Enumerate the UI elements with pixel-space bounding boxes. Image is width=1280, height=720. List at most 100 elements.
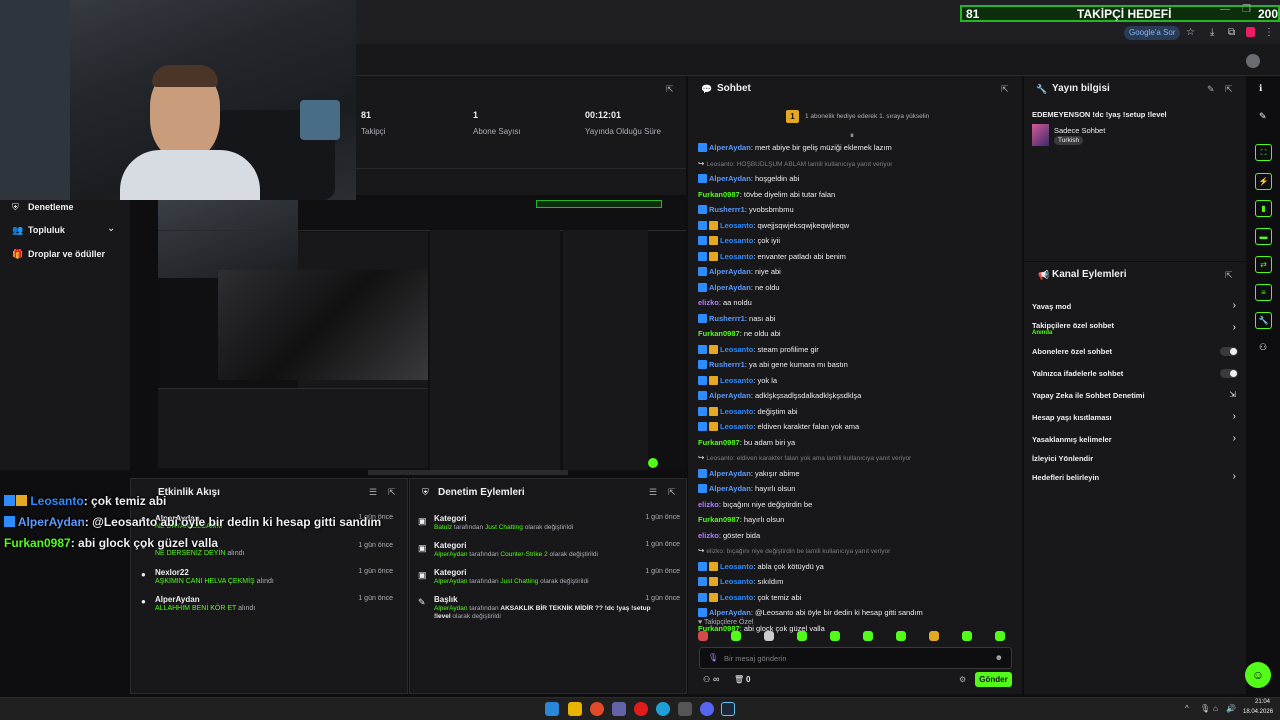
chat-username[interactable]: Furkan0987 — [698, 438, 740, 447]
action-goals[interactable]: Hedefleri belirleyin › — [1024, 471, 1246, 485]
emote-icon[interactable] — [797, 631, 807, 641]
pause-icon[interactable]: ⏸ — [850, 131, 854, 141]
emote-icon[interactable] — [698, 631, 708, 641]
users-icon[interactable]: ⚇ — [1259, 342, 1267, 353]
chat-input[interactable]: 🎙 Bir mesaj gönderin ☻ — [699, 647, 1012, 669]
chat-username[interactable]: Furkan0987 — [698, 329, 740, 338]
chat-username[interactable]: AlperAydan — [709, 608, 751, 617]
gear-icon[interactable]: ⚙ — [959, 675, 966, 684]
mic-icon[interactable]: 🎙 — [708, 653, 718, 662]
chat-username[interactable]: AlperAydan — [709, 267, 751, 276]
network-icon[interactable]: ⌂ — [1213, 704, 1218, 713]
action-raid[interactable]: İzleyici Yönlendir — [1024, 452, 1246, 466]
chat-username[interactable]: Leosanto — [720, 577, 753, 586]
chat-fab-icon[interactable]: ☺ — [1245, 662, 1271, 688]
action-slow-mode[interactable]: Yavaş mod › — [1024, 300, 1246, 314]
chat-username[interactable]: Leosanto — [720, 407, 753, 416]
chat-username[interactable]: AlperAydan — [709, 174, 751, 183]
teams-icon[interactable] — [612, 702, 626, 716]
steam-icon[interactable] — [721, 702, 735, 716]
filter-icon[interactable]: ☰ — [649, 487, 657, 498]
chat-username[interactable]: Leosanto — [720, 345, 753, 354]
chevron-up-icon[interactable]: ^ — [1185, 704, 1189, 713]
star-icon[interactable]: ☆ — [1186, 27, 1195, 38]
nav-item-moderation[interactable]: Denetleme — [28, 202, 74, 212]
popout-icon[interactable]: ⇱ — [666, 84, 674, 95]
google-ask-button[interactable]: Google'a Sor — [1124, 26, 1181, 40]
stream-preview[interactable] — [130, 195, 686, 475]
popout-icon[interactable]: ⇱ — [668, 487, 676, 498]
rail-button-lightning[interactable]: ⚡ — [1255, 173, 1272, 190]
chat-username[interactable]: Leosanto — [720, 593, 753, 602]
nav-item-community[interactable]: Topluluk — [28, 225, 65, 235]
chat-username[interactable]: elizko — [698, 531, 719, 540]
popout-icon[interactable]: ⇱ — [1225, 270, 1233, 281]
info-icon[interactable]: ℹ — [1259, 83, 1262, 94]
action-emote-only[interactable]: Yalnızca ifadelerle sohbet — [1024, 367, 1246, 381]
edge-icon[interactable] — [656, 702, 670, 716]
mic-icon[interactable]: 🎙 — [1200, 704, 1210, 713]
chat-username[interactable]: AlperAydan — [709, 469, 751, 478]
emote-only-toggle[interactable] — [1220, 369, 1238, 378]
maximize-icon[interactable]: ❐ — [1242, 4, 1251, 15]
rail-button-list[interactable]: ≡ — [1255, 284, 1272, 301]
file-explorer-icon[interactable] — [568, 702, 582, 716]
emote-icon[interactable] — [830, 631, 840, 641]
emoji-icon[interactable]: ☻ — [995, 653, 1003, 662]
chat-username[interactable]: AlperAydan — [709, 484, 751, 493]
emote-icon[interactable] — [962, 631, 972, 641]
rail-button-capture[interactable]: ⛶ — [1255, 144, 1272, 161]
emote-icon[interactable] — [731, 631, 741, 641]
chat-username[interactable]: elizko — [698, 500, 719, 509]
chat-username[interactable]: AlperAydan — [709, 283, 751, 292]
chat-username[interactable]: Leosanto — [720, 422, 753, 431]
app-icon[interactable] — [678, 702, 692, 716]
chat-username[interactable]: Furkan0987 — [698, 515, 740, 524]
action-followers-only[interactable]: Takipçilere özel sohbet Anında › — [1024, 320, 1246, 340]
windows-start-icon[interactable] — [545, 702, 559, 716]
popout-icon[interactable]: ⇱ — [1001, 84, 1009, 95]
popout-icon[interactable]: ⇱ — [388, 487, 396, 498]
edit-icon[interactable]: ✎ — [1207, 84, 1215, 95]
chat-username[interactable]: Leosanto — [720, 221, 753, 230]
minimize-icon[interactable]: — — [1220, 4, 1230, 15]
rail-button-wrench[interactable]: 🔧 — [1255, 312, 1272, 329]
popout-icon[interactable]: ⇱ — [1225, 84, 1233, 95]
chat-username[interactable]: Rusherrr1 — [709, 360, 745, 369]
filter-icon[interactable]: ☰ — [369, 487, 377, 498]
action-ai-moderation[interactable]: Yapay Zeka ile Sohbet Denetimi ⇲ — [1024, 389, 1246, 403]
chat-username[interactable]: Leosanto — [720, 236, 753, 245]
profile-icon[interactable] — [1246, 27, 1255, 37]
rail-button-chat[interactable]: ▬ — [1255, 228, 1272, 245]
send-button[interactable]: Gönder — [975, 672, 1012, 687]
chat-username[interactable]: Furkan0987 — [698, 190, 740, 199]
emote-icon[interactable] — [863, 631, 873, 641]
pinned-gift-banner[interactable]: 1 abonelik hediye ederek 1. sıraya yükse… — [805, 113, 929, 120]
chat-username[interactable]: elizko — [698, 298, 719, 307]
menu-icon[interactable]: ⋮ — [1264, 27, 1274, 38]
emote-icon[interactable] — [929, 631, 939, 641]
discord-icon[interactable] — [700, 702, 714, 716]
chat-username[interactable]: Rusherrr1 — [709, 314, 745, 323]
action-account-age[interactable]: Hesap yaşı kısıtlaması › — [1024, 411, 1246, 425]
volume-icon[interactable]: 🔊 — [1226, 704, 1236, 713]
chrome-icon[interactable] — [590, 702, 604, 716]
opera-icon[interactable] — [634, 702, 648, 716]
chat-username[interactable]: Leosanto — [720, 562, 753, 571]
category-name[interactable]: Sadece Sohbet — [1054, 126, 1105, 135]
rail-button-clip[interactable]: ▮ — [1255, 200, 1272, 217]
subs-only-toggle[interactable] — [1220, 347, 1238, 356]
user-list-icon[interactable]: ⚇ — [703, 675, 710, 684]
emote-icon[interactable] — [995, 631, 1005, 641]
edit-icon[interactable]: ✎ — [1259, 111, 1267, 122]
chat-username[interactable]: Rusherrr1 — [709, 205, 745, 214]
trash-icon[interactable]: 🗑 — [734, 675, 744, 684]
extensions-icon[interactable]: ⧉ — [1228, 27, 1235, 38]
chat-username[interactable]: Leosanto — [720, 252, 753, 261]
chevron-down-icon[interactable]: ⌄ — [107, 223, 115, 234]
chat-username[interactable]: AlperAydan — [709, 391, 751, 400]
download-icon[interactable]: ⤓ — [1210, 27, 1214, 38]
rail-button-raid[interactable]: ⇄ — [1255, 256, 1272, 273]
chat-username[interactable]: AlperAydan — [709, 143, 751, 152]
nav-item-drops[interactable]: Droplar ve ödüller — [28, 249, 105, 259]
